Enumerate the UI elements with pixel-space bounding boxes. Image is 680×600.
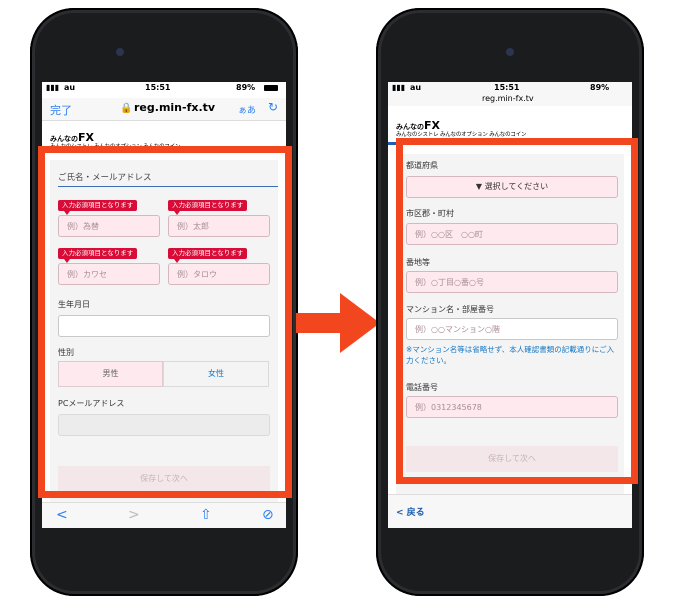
url-label[interactable]: reg.min-fx.tv xyxy=(134,101,215,114)
battery-label: 89% xyxy=(590,83,610,92)
front-camera xyxy=(506,48,514,56)
bottom-bar: < 戻る xyxy=(388,494,632,528)
done-button[interactable]: 完了 xyxy=(50,102,72,118)
url-label[interactable]: reg.min-fx.tv xyxy=(482,94,534,103)
highlight-box-left xyxy=(38,146,292,498)
status-time: 15:51 xyxy=(145,83,171,92)
arrow-right-icon xyxy=(296,293,380,353)
browser-toolbar: < > ⇧ ⊘ xyxy=(42,502,286,528)
status-time: 15:51 xyxy=(494,83,520,92)
brand-sub-links: みんなのシストレ みんなのオプション みんなのコイン xyxy=(396,132,527,138)
signal-icon: ▮▮▮ xyxy=(392,83,406,92)
lock-icon: 🔒 xyxy=(120,103,133,114)
status-bar: ▮▮▮ au 15:51 89% xyxy=(42,82,286,96)
share-icon[interactable]: ⇧ xyxy=(200,507,212,523)
battery-label: 89% xyxy=(236,83,256,92)
signal-icon: ▮▮▮ xyxy=(46,83,60,92)
carrier-label: au xyxy=(410,83,422,92)
forward-icon[interactable]: > xyxy=(128,507,140,523)
highlight-box-right xyxy=(396,138,638,484)
reload-icon[interactable]: ↻ xyxy=(268,100,278,114)
back-icon[interactable]: < xyxy=(56,507,68,523)
front-camera xyxy=(116,48,124,56)
back-link[interactable]: < 戻る xyxy=(396,505,425,518)
battery-icon xyxy=(264,85,278,91)
status-bar: ▮▮▮ au 15:51 89% reg.min-fx.tv xyxy=(388,82,632,106)
text-size-button[interactable]: ぁあ xyxy=(238,103,256,116)
carrier-label: au xyxy=(64,83,76,92)
browser-nav-bar: 完了 🔒 reg.min-fx.tv ぁあ ↻ xyxy=(42,98,286,121)
compass-icon[interactable]: ⊘ xyxy=(262,507,274,523)
